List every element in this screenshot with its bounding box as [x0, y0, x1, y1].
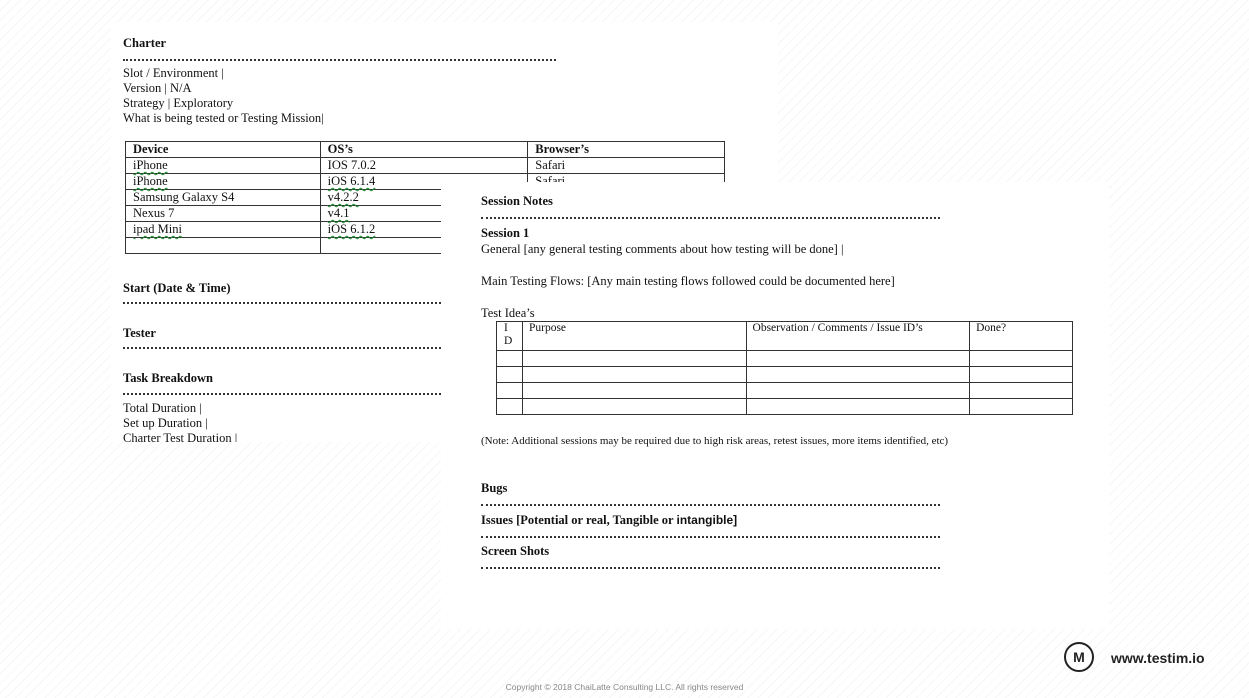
device-cell: iPhone: [133, 158, 168, 172]
screenshots-rule: [481, 567, 940, 569]
start-rule: [123, 302, 441, 304]
tester-heading: Tester: [123, 326, 156, 340]
os-cell: IOS 7.0.2: [319, 157, 529, 174]
ideas-header-done: Done?: [969, 321, 1073, 351]
device-cell: [125, 237, 321, 254]
session-notes-rule: [481, 217, 940, 219]
test-ideas-header: I D Purpose Observation / Comments / Iss…: [496, 321, 1073, 351]
charter-line-mission: What is being tested or Testing Mission|: [123, 111, 324, 125]
start-heading: Start (Date & Time): [123, 281, 231, 295]
bugs-heading: Bugs: [481, 481, 508, 495]
ideas-header-purpose: Purpose: [521, 321, 747, 351]
browser-cell: Safari: [527, 157, 725, 174]
charter-line-version: Version | N/A: [123, 81, 192, 95]
bugs-rule: [481, 504, 940, 506]
task-line-charter: Charter Test Duration |: [123, 431, 238, 442]
tester-rule: [123, 347, 441, 349]
screenshots-heading: Screen Shots: [481, 544, 550, 558]
charter-heading: Charter: [123, 36, 167, 50]
task-line-total: Total Duration |: [123, 401, 202, 415]
task-rule: [123, 393, 441, 395]
charter-line-slot: Slot / Environment |: [123, 66, 224, 80]
charter-rule: [123, 59, 556, 61]
session-title: Session 1: [481, 226, 530, 240]
device-cell: iPhone: [133, 174, 168, 188]
issues-heading: Issues [Potential or real, Tangible or i…: [481, 513, 737, 528]
website-link[interactable]: www.testim.io: [1111, 650, 1205, 666]
copyright-text: Copyright © 2018 ChaiLatte Consulting LL…: [505, 682, 744, 692]
os-cell: iOS 6.1.4: [327, 174, 376, 188]
device-header-device: Device: [125, 141, 321, 158]
session-document: Session Notes Session 1 General [any gen…: [441, 182, 1109, 629]
os-cell: iOS 6.1.2: [327, 222, 376, 236]
os-cell: v4.2.2: [327, 190, 359, 204]
device-header-browser: Browser’s: [527, 141, 725, 158]
ideas-header-observation: Observation / Comments / Issue ID’s: [745, 321, 971, 351]
session-note: (Note: Additional sessions may be requir…: [481, 435, 949, 447]
test-ideas-label: Test Idea’s: [481, 306, 535, 320]
test-ideas-table: I D Purpose Observation / Comments / Iss…: [496, 321, 1073, 415]
ideas-header-id: I D: [496, 321, 523, 351]
table-row: [496, 366, 1073, 383]
table-row: [496, 350, 1073, 367]
session-main-flows: Main Testing Flows: [Any main testing fl…: [481, 274, 895, 288]
task-heading: Task Breakdown: [123, 371, 213, 385]
table-row: [496, 398, 1073, 415]
session-notes-heading: Session Notes: [481, 194, 553, 208]
device-cell: ipad Mini: [133, 222, 182, 236]
testim-logo-icon: M: [1064, 642, 1094, 672]
device-header-os: OS’s: [319, 141, 529, 158]
device-cell: Samsung Galaxy S4: [125, 189, 321, 206]
issues-rule: [481, 536, 940, 538]
session-general: General [any general testing comments ab…: [481, 242, 844, 256]
table-row: iPhone IOS 7.0.2 Safari: [125, 157, 725, 174]
table-row: [496, 382, 1073, 399]
task-line-setup: Set up Duration |: [123, 416, 208, 430]
device-cell: Nexus 7: [125, 205, 321, 222]
device-table-header: Device OS’s Browser’s: [125, 141, 725, 158]
os-cell: v4.1: [327, 206, 350, 220]
issues-heading-text: Issues [Potential or real, Tangible or: [481, 513, 677, 527]
charter-line-strategy: Strategy | Exploratory: [123, 96, 234, 110]
issues-heading-intangible: intangible]: [676, 513, 738, 527]
